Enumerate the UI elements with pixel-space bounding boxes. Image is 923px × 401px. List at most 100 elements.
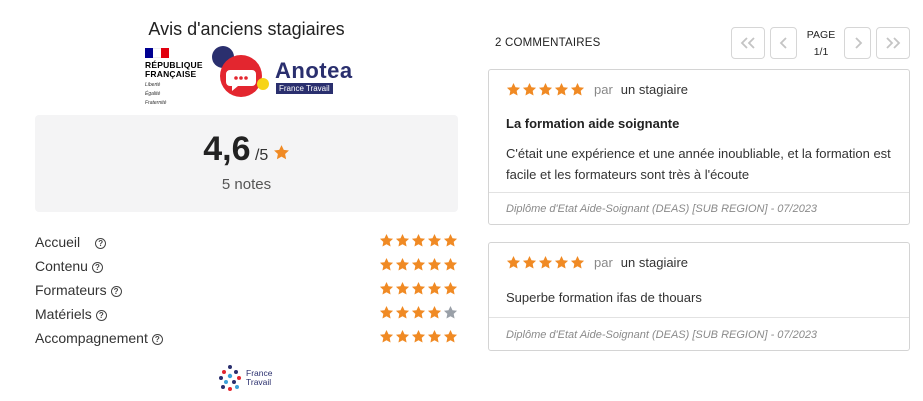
criterion-name: Formateurs	[35, 282, 107, 298]
star-filled-icon	[427, 233, 442, 247]
comment-rating	[506, 82, 586, 97]
star-empty-icon	[443, 305, 458, 319]
criterion-name: Accompagnement	[35, 330, 148, 346]
comment-training: Diplôme d'Etat Aide-Soignant (DEAS) [SUB…	[489, 192, 909, 225]
chevron-left-icon	[779, 37, 787, 49]
score-max: /5	[254, 147, 269, 164]
star-filled-icon	[443, 233, 458, 247]
criterion-name: Contenu	[35, 258, 88, 274]
logos: RÉPUBLIQUE FRANÇAISE Liberté Égalité Fra…	[145, 44, 385, 106]
anotea-logo-icon	[212, 46, 269, 97]
ratings-count: 5 notes	[221, 176, 272, 193]
comment-author: un stagiaire	[620, 255, 689, 270]
star-filled-icon	[538, 82, 553, 96]
rf-name-line2: FRANÇAISE	[145, 69, 197, 79]
help-icon[interactable]: ?	[95, 238, 107, 249]
star-filled-icon	[427, 281, 442, 295]
help-icon[interactable]: ?	[151, 334, 163, 345]
pagination: PAGE 1/1	[731, 26, 911, 60]
star-filled-icon	[379, 257, 394, 271]
star-filled-icon	[411, 233, 426, 247]
comment-card: par un stagiaire La formation aide soign…	[488, 69, 910, 225]
rf-motto-2: Égalité	[145, 91, 161, 97]
star-icon	[273, 145, 289, 160]
star-filled-icon	[443, 329, 458, 343]
criterion-label: Matériels?	[35, 306, 107, 322]
star-filled-icon	[570, 82, 585, 96]
star-filled-icon	[443, 257, 458, 271]
criterion-rating	[379, 305, 458, 320]
republique-francaise-logo: RÉPUBLIQUE FRANÇAISE Liberté Égalité Fra…	[145, 48, 207, 106]
page-label: PAGE	[806, 29, 836, 41]
comments-count: 2 COMMENTAIRES	[495, 37, 601, 49]
double-chevron-left-icon	[740, 37, 755, 49]
comment-header: par un stagiaire	[506, 82, 688, 97]
rf-motto-3: Fraternité	[145, 100, 167, 106]
comment-training: Diplôme d'Etat Aide-Soignant (DEAS) [SUB…	[489, 317, 909, 351]
criterion-row: Contenu?	[35, 255, 458, 279]
star-filled-icon	[427, 329, 442, 343]
criterion-rating	[379, 281, 458, 296]
chevron-right-icon	[854, 37, 862, 49]
star-filled-icon	[379, 233, 394, 247]
criterion-rating	[379, 329, 458, 344]
last-page-button[interactable]	[876, 27, 910, 59]
comment-by: par	[594, 82, 613, 97]
criterion-label: Accueil?	[35, 234, 107, 250]
star-filled-icon	[395, 233, 410, 247]
previous-page-button[interactable]	[770, 27, 797, 59]
criterion-label: Formateurs?	[35, 282, 122, 298]
france-travail-line2: Travail	[246, 377, 272, 387]
criterion-row: Matériels?	[35, 303, 458, 327]
first-page-button[interactable]	[731, 27, 765, 59]
average-score: 4,6	[203, 130, 251, 168]
comment-author: un stagiaire	[620, 82, 689, 97]
criterion-label: Contenu?	[35, 258, 103, 274]
comment-rating	[506, 255, 586, 270]
comment-text: Superbe formation ifas de thouars	[506, 290, 702, 305]
comment-title: La formation aide soignante	[506, 116, 680, 131]
star-filled-icon	[506, 82, 521, 96]
rf-motto-1: Liberté	[145, 82, 161, 88]
france-travail-logo: France Travail	[218, 364, 288, 392]
star-filled-icon	[395, 257, 410, 271]
star-filled-icon	[411, 257, 426, 271]
star-filled-icon	[411, 281, 426, 295]
star-filled-icon	[522, 255, 537, 269]
score-summary: 4,6 /5 5 notes	[35, 115, 458, 212]
star-filled-icon	[522, 82, 537, 96]
star-filled-icon	[395, 281, 410, 295]
comment-header: par un stagiaire	[506, 255, 688, 270]
france-travail-icon	[219, 365, 241, 391]
comment-card: par un stagiaire Superbe formation ifas …	[488, 242, 910, 351]
criterion-row: Formateurs?	[35, 279, 458, 303]
star-filled-icon	[411, 329, 426, 343]
comment-by: par	[594, 255, 613, 270]
page-value: 1/1	[813, 46, 829, 58]
star-filled-icon	[554, 82, 569, 96]
star-filled-icon	[538, 255, 553, 269]
help-icon[interactable]: ?	[95, 310, 107, 321]
criterion-name: Accueil	[35, 234, 81, 250]
star-filled-icon	[427, 257, 442, 271]
comment-text: C'était une expérience et une année inou…	[506, 146, 891, 182]
panel-title: Avis d'anciens stagiaires	[148, 19, 345, 39]
star-filled-icon	[411, 305, 426, 319]
criterion-rating	[379, 257, 458, 272]
star-filled-icon	[395, 305, 410, 319]
french-flag-icon	[145, 48, 169, 58]
star-filled-icon	[506, 255, 521, 269]
help-icon[interactable]: ?	[91, 262, 103, 273]
double-chevron-right-icon	[886, 37, 901, 49]
star-filled-icon	[443, 281, 458, 295]
star-filled-icon	[395, 329, 410, 343]
anotea-wordmark: Anotea	[275, 58, 353, 83]
criterion-row: Accueil?	[35, 231, 458, 255]
star-filled-icon	[379, 329, 394, 343]
criterion-label: Accompagnement?	[35, 330, 163, 346]
page-indicator: PAGE 1/1	[805, 27, 837, 61]
star-filled-icon	[427, 305, 442, 319]
help-icon[interactable]: ?	[110, 286, 122, 297]
next-page-button[interactable]	[844, 27, 871, 59]
star-filled-icon	[570, 255, 585, 269]
